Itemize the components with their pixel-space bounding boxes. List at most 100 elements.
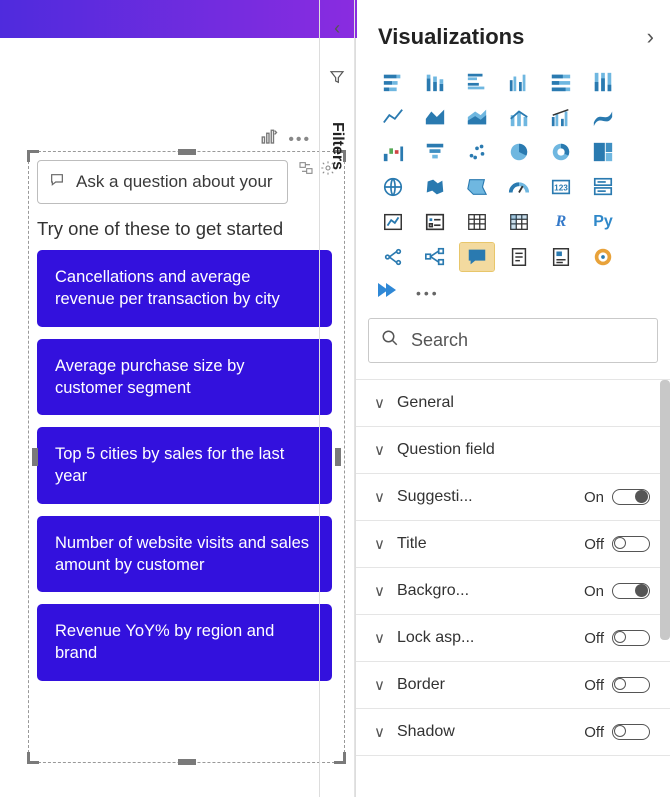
chevron-down-icon: ∨ (374, 676, 385, 694)
viz-type-gauge[interactable] (502, 173, 536, 201)
chevron-right-icon[interactable]: › (647, 24, 654, 50)
viz-type-multi-row-card[interactable] (586, 173, 620, 201)
toggle[interactable]: Off (584, 724, 650, 741)
chevron-down-icon: ∨ (374, 488, 385, 506)
more-visuals-icon[interactable]: ••• (416, 285, 440, 301)
viz-type-scatter[interactable] (460, 138, 494, 166)
viz-type-treemap[interactable] (586, 138, 620, 166)
chevron-down-icon: ∨ (374, 723, 385, 741)
qna-suggestion[interactable]: Cancellations and average revenue per tr… (37, 250, 332, 327)
format-group-general[interactable]: ∨ General (356, 380, 670, 427)
viz-type-decomposition-tree[interactable] (418, 243, 452, 271)
chevron-left-icon[interactable]: ‹ (334, 18, 340, 39)
viz-type-donut[interactable] (544, 138, 578, 166)
viz-type-stacked-bar[interactable] (376, 68, 410, 96)
more-options-icon[interactable]: ••• (288, 131, 311, 149)
viz-type-clustered-column[interactable] (502, 68, 536, 96)
viz-type-stacked-area[interactable] (460, 103, 494, 131)
viz-type-paginated[interactable] (502, 243, 536, 271)
viz-type-map[interactable] (376, 173, 410, 201)
resize-handle-bottom[interactable] (178, 759, 196, 765)
viz-type-100-stacked-column[interactable] (586, 68, 620, 96)
viz-type-python-visual[interactable]: Py (586, 208, 620, 236)
qna-suggestion[interactable]: Average purchase size by customer segmen… (37, 339, 332, 416)
viz-type-qna-visual[interactable] (460, 243, 494, 271)
visualization-gallery: 123 R Py (356, 68, 670, 281)
svg-text:123: 123 (554, 184, 568, 193)
viz-type-key-influencers[interactable] (376, 243, 410, 271)
format-group-title[interactable]: ∨ Title Off (356, 521, 670, 568)
chevron-down-icon: ∨ (374, 441, 385, 459)
toggle[interactable]: Off (584, 630, 650, 647)
viz-type-pie[interactable] (502, 138, 536, 166)
power-automate-icon[interactable] (376, 281, 400, 304)
viz-type-line-clustered-column[interactable] (544, 103, 578, 131)
visualizations-pane: Visualizations › 123RPy ••• ∨General∨Que… (355, 0, 670, 797)
qna-question-input[interactable] (74, 171, 277, 193)
chevron-down-icon: ∨ (374, 394, 385, 412)
filters-pane-collapsed[interactable]: ‹ Filters (319, 0, 355, 797)
format-group-suggesti[interactable]: ∨Suggesti...On (356, 474, 670, 521)
format-search-box[interactable] (368, 318, 658, 363)
format-group-lockasp[interactable]: ∨ Lock asp... Off (356, 615, 670, 662)
viz-type-r-visual[interactable]: R (544, 208, 578, 236)
toggle[interactable]: Off (584, 536, 650, 553)
viz-type-filled-map[interactable] (418, 173, 452, 201)
format-group-questionfield[interactable]: ∨Question field (356, 427, 670, 474)
chevron-down-icon: ∨ (374, 535, 385, 553)
qna-suggestion[interactable]: Revenue YoY% by region and brand (37, 604, 332, 681)
viz-type-arcgis[interactable] (586, 243, 620, 271)
resize-handle-left[interactable] (32, 448, 38, 466)
resize-corner-bl[interactable] (27, 752, 39, 764)
viz-type-shape-map[interactable] (460, 173, 494, 201)
format-group-shadow[interactable]: ∨ Shadow Off (356, 709, 670, 756)
chart-icon[interactable] (260, 128, 278, 151)
viz-type-ribbon[interactable] (586, 103, 620, 131)
qna-visual-container[interactable]: Try one of these to get started Cancella… (28, 151, 345, 763)
viz-type-stacked-column[interactable] (418, 68, 452, 96)
chevron-down-icon: ∨ (374, 582, 385, 600)
viz-type-card[interactable]: 123 (544, 173, 578, 201)
toggle[interactable]: Off (584, 677, 650, 694)
qna-input-wrap[interactable] (37, 160, 288, 204)
format-group-label: Lock asp... (397, 629, 576, 647)
chevron-down-icon: ∨ (374, 629, 385, 647)
qna-suggestion[interactable]: Number of website visits and sales amoun… (37, 516, 332, 593)
viz-type-line[interactable] (376, 103, 410, 131)
scrollbar[interactable] (660, 380, 670, 797)
viz-type-line-stacked-column[interactable] (502, 103, 536, 131)
format-group-label: Title (397, 535, 576, 553)
viz-type-smart-narrative[interactable] (544, 243, 578, 271)
format-group-backgro[interactable]: ∨ Backgro... On (356, 568, 670, 615)
viz-type-slicer[interactable] (418, 208, 452, 236)
viz-type-100-stacked-bar[interactable] (544, 68, 578, 96)
viz-type-table[interactable] (460, 208, 494, 236)
qna-subheading: Try one of these to get started (37, 218, 336, 240)
viz-type-area[interactable] (418, 103, 452, 131)
convert-visual-icon[interactable] (298, 160, 314, 181)
visual-header-toolbar: ••• (260, 128, 311, 151)
toggle[interactable]: On (584, 489, 650, 506)
speech-bubble-icon (48, 172, 66, 193)
format-group-label: Shadow (397, 723, 576, 741)
funnel-icon[interactable] (329, 69, 345, 90)
format-group-label: Border (397, 676, 576, 694)
toggle[interactable]: On (584, 583, 650, 600)
format-properties-list: ∨General∨Question field∨Suggesti...On∨Ti… (356, 379, 670, 797)
format-group-border[interactable]: ∨ Border Off (356, 662, 670, 709)
viz-type-waterfall[interactable] (376, 138, 410, 166)
format-search-input[interactable] (409, 329, 645, 352)
viz-type-kpi[interactable] (376, 208, 410, 236)
viz-type-matrix[interactable] (502, 208, 536, 236)
viz-type-funnel[interactable] (418, 138, 452, 166)
qna-suggestion[interactable]: Top 5 cities by sales for the last year (37, 427, 332, 504)
filters-label: Filters (328, 122, 346, 170)
resize-corner-tl[interactable] (27, 150, 39, 162)
format-group-label: Backgro... (397, 582, 576, 600)
resize-handle-top[interactable] (178, 149, 196, 155)
canvas-header-bar (0, 0, 357, 38)
search-icon (381, 329, 399, 352)
viz-type-clustered-bar[interactable] (460, 68, 494, 96)
qna-suggestion-list: Cancellations and average revenue per tr… (37, 250, 336, 681)
format-group-label: General (397, 394, 650, 412)
